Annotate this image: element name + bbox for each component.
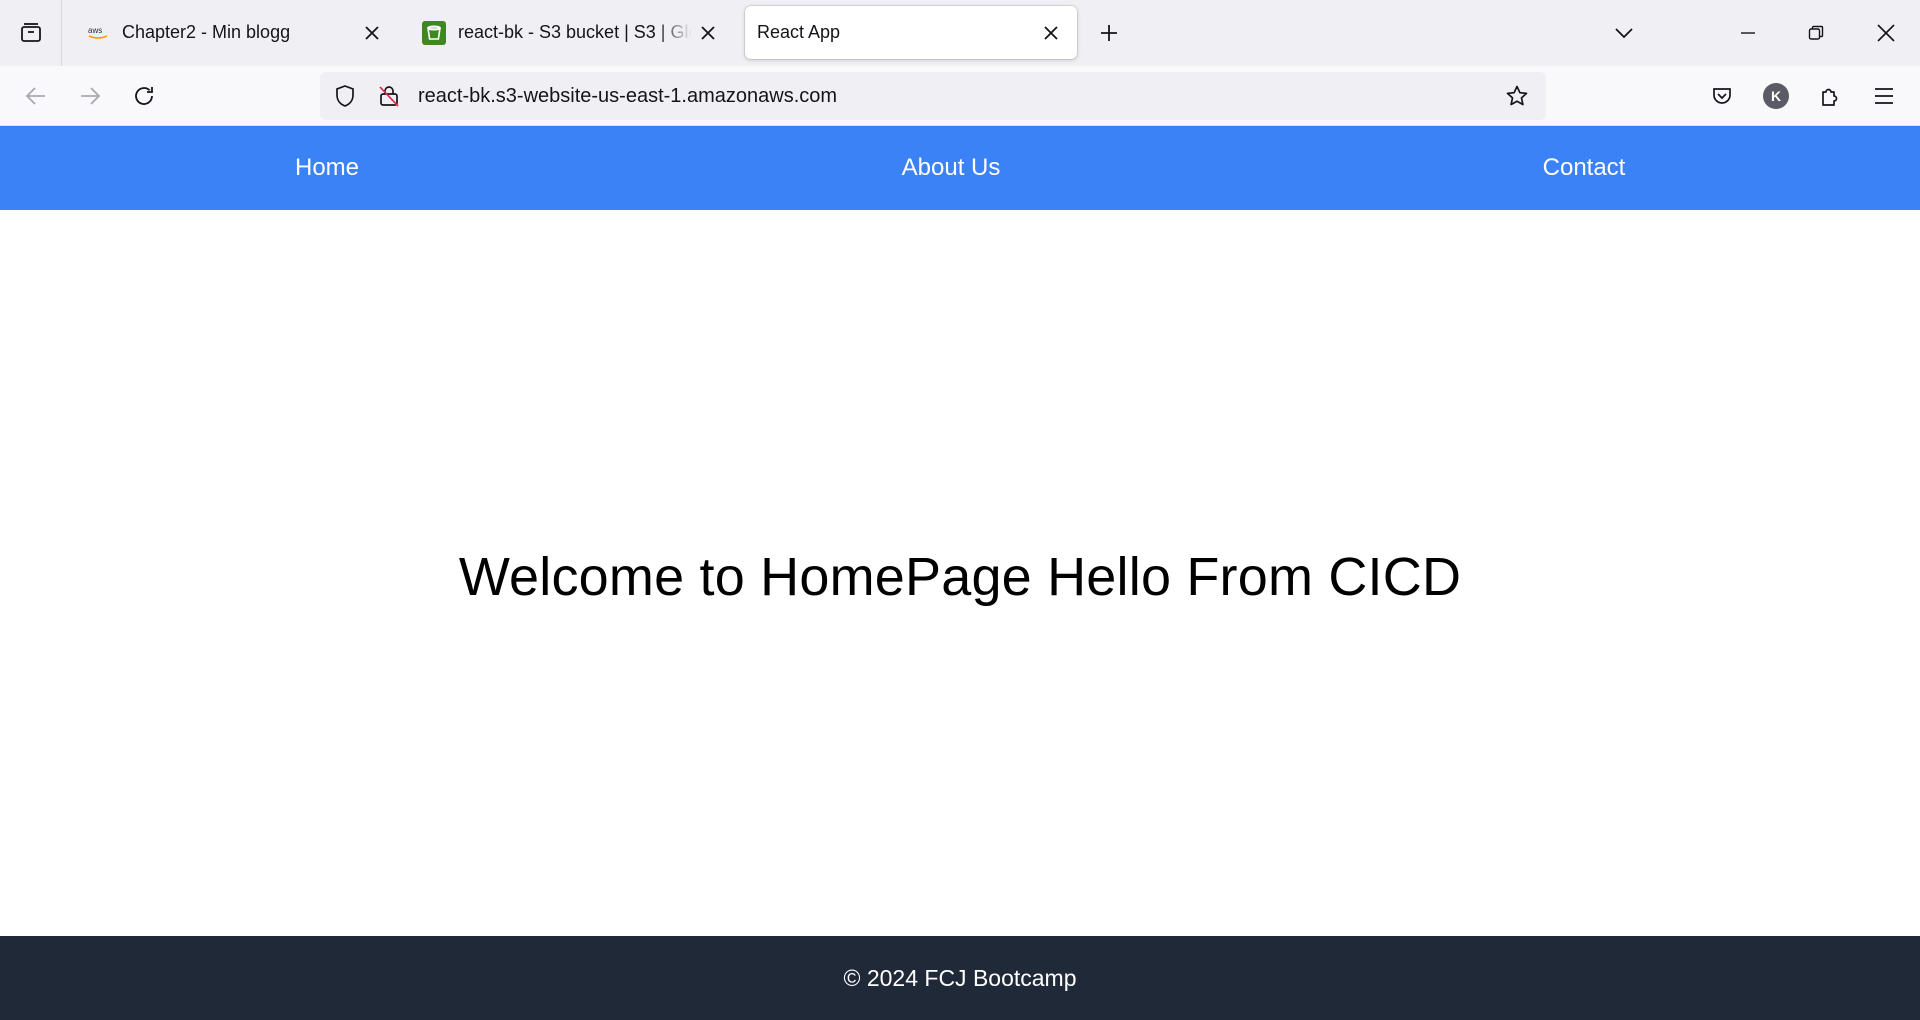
tab-strip: aws Chapter2 - Min blogg react-bk - S3 b… [0, 0, 1920, 66]
arrow-left-icon [25, 85, 47, 107]
aws-icon: aws [86, 21, 110, 45]
app-menu-button[interactable] [1864, 76, 1904, 116]
arrow-right-icon [79, 85, 101, 107]
firefox-view-button[interactable] [0, 0, 62, 66]
account-button[interactable]: K [1756, 76, 1796, 116]
navigation-toolbar: react-bk.s3-website-us-east-1.amazonaws.… [0, 66, 1920, 126]
tab-title: React App [757, 22, 841, 42]
bookmark-star-icon[interactable] [1500, 79, 1534, 113]
puzzle-icon [1818, 84, 1842, 108]
back-button[interactable] [16, 76, 56, 116]
tab-title: Chapter2 - Min blogg [122, 22, 291, 42]
close-tab-icon[interactable] [356, 17, 388, 49]
restore-icon [1808, 25, 1824, 41]
site-footer: © 2024 FCJ Bootcamp [0, 936, 1920, 1020]
minimize-button[interactable] [1716, 0, 1780, 66]
tab-title: react-bk - S3 bucket | S3 | Global [458, 22, 692, 42]
shield-icon[interactable] [328, 79, 362, 113]
pocket-icon [1711, 85, 1733, 107]
minimize-icon [1740, 25, 1756, 41]
main-content: Welcome to HomePage Hello From CICD [0, 210, 1920, 936]
chevron-down-icon [1614, 27, 1634, 39]
tab-s3-bucket[interactable]: react-bk - S3 bucket | S3 | Global [404, 6, 734, 59]
close-tab-icon[interactable] [692, 17, 724, 49]
firefox-view-icon [18, 20, 44, 46]
page-heading: Welcome to HomePage Hello From CICD [458, 547, 1462, 607]
reload-button[interactable] [124, 76, 164, 116]
nav-link-home[interactable]: Home [295, 126, 359, 210]
url-text[interactable]: react-bk.s3-website-us-east-1.amazonaws.… [418, 85, 1500, 108]
address-bar[interactable]: react-bk.s3-website-us-east-1.amazonaws.… [320, 72, 1546, 120]
forward-button[interactable] [70, 76, 110, 116]
tab-chapter2[interactable]: aws Chapter2 - Min blogg [68, 6, 398, 59]
nav-link-about-us[interactable]: About Us [902, 126, 1001, 210]
reload-icon [132, 84, 156, 108]
site-navbar: Home About Us Contact [0, 126, 1920, 210]
nav-link-contact[interactable]: Contact [1543, 126, 1626, 210]
insecure-lock-icon[interactable] [372, 79, 406, 113]
pocket-button[interactable] [1702, 76, 1742, 116]
extensions-button[interactable] [1810, 76, 1850, 116]
aws-favicon-text: aws [88, 26, 102, 35]
plus-icon [1099, 23, 1119, 43]
s3-bucket-icon [422, 20, 446, 45]
close-window-button[interactable] [1854, 0, 1918, 66]
hamburger-menu-icon [1874, 87, 1894, 105]
footer-copyright: © 2024 FCJ Bootcamp [843, 964, 1077, 991]
avatar: K [1763, 83, 1789, 109]
close-tab-icon[interactable] [1035, 17, 1067, 49]
restore-button[interactable] [1784, 0, 1848, 66]
close-icon [1877, 24, 1895, 42]
new-tab-button[interactable] [1091, 15, 1127, 51]
tab-react-app[interactable]: React App [745, 6, 1077, 59]
list-all-tabs-button[interactable] [1592, 0, 1656, 66]
